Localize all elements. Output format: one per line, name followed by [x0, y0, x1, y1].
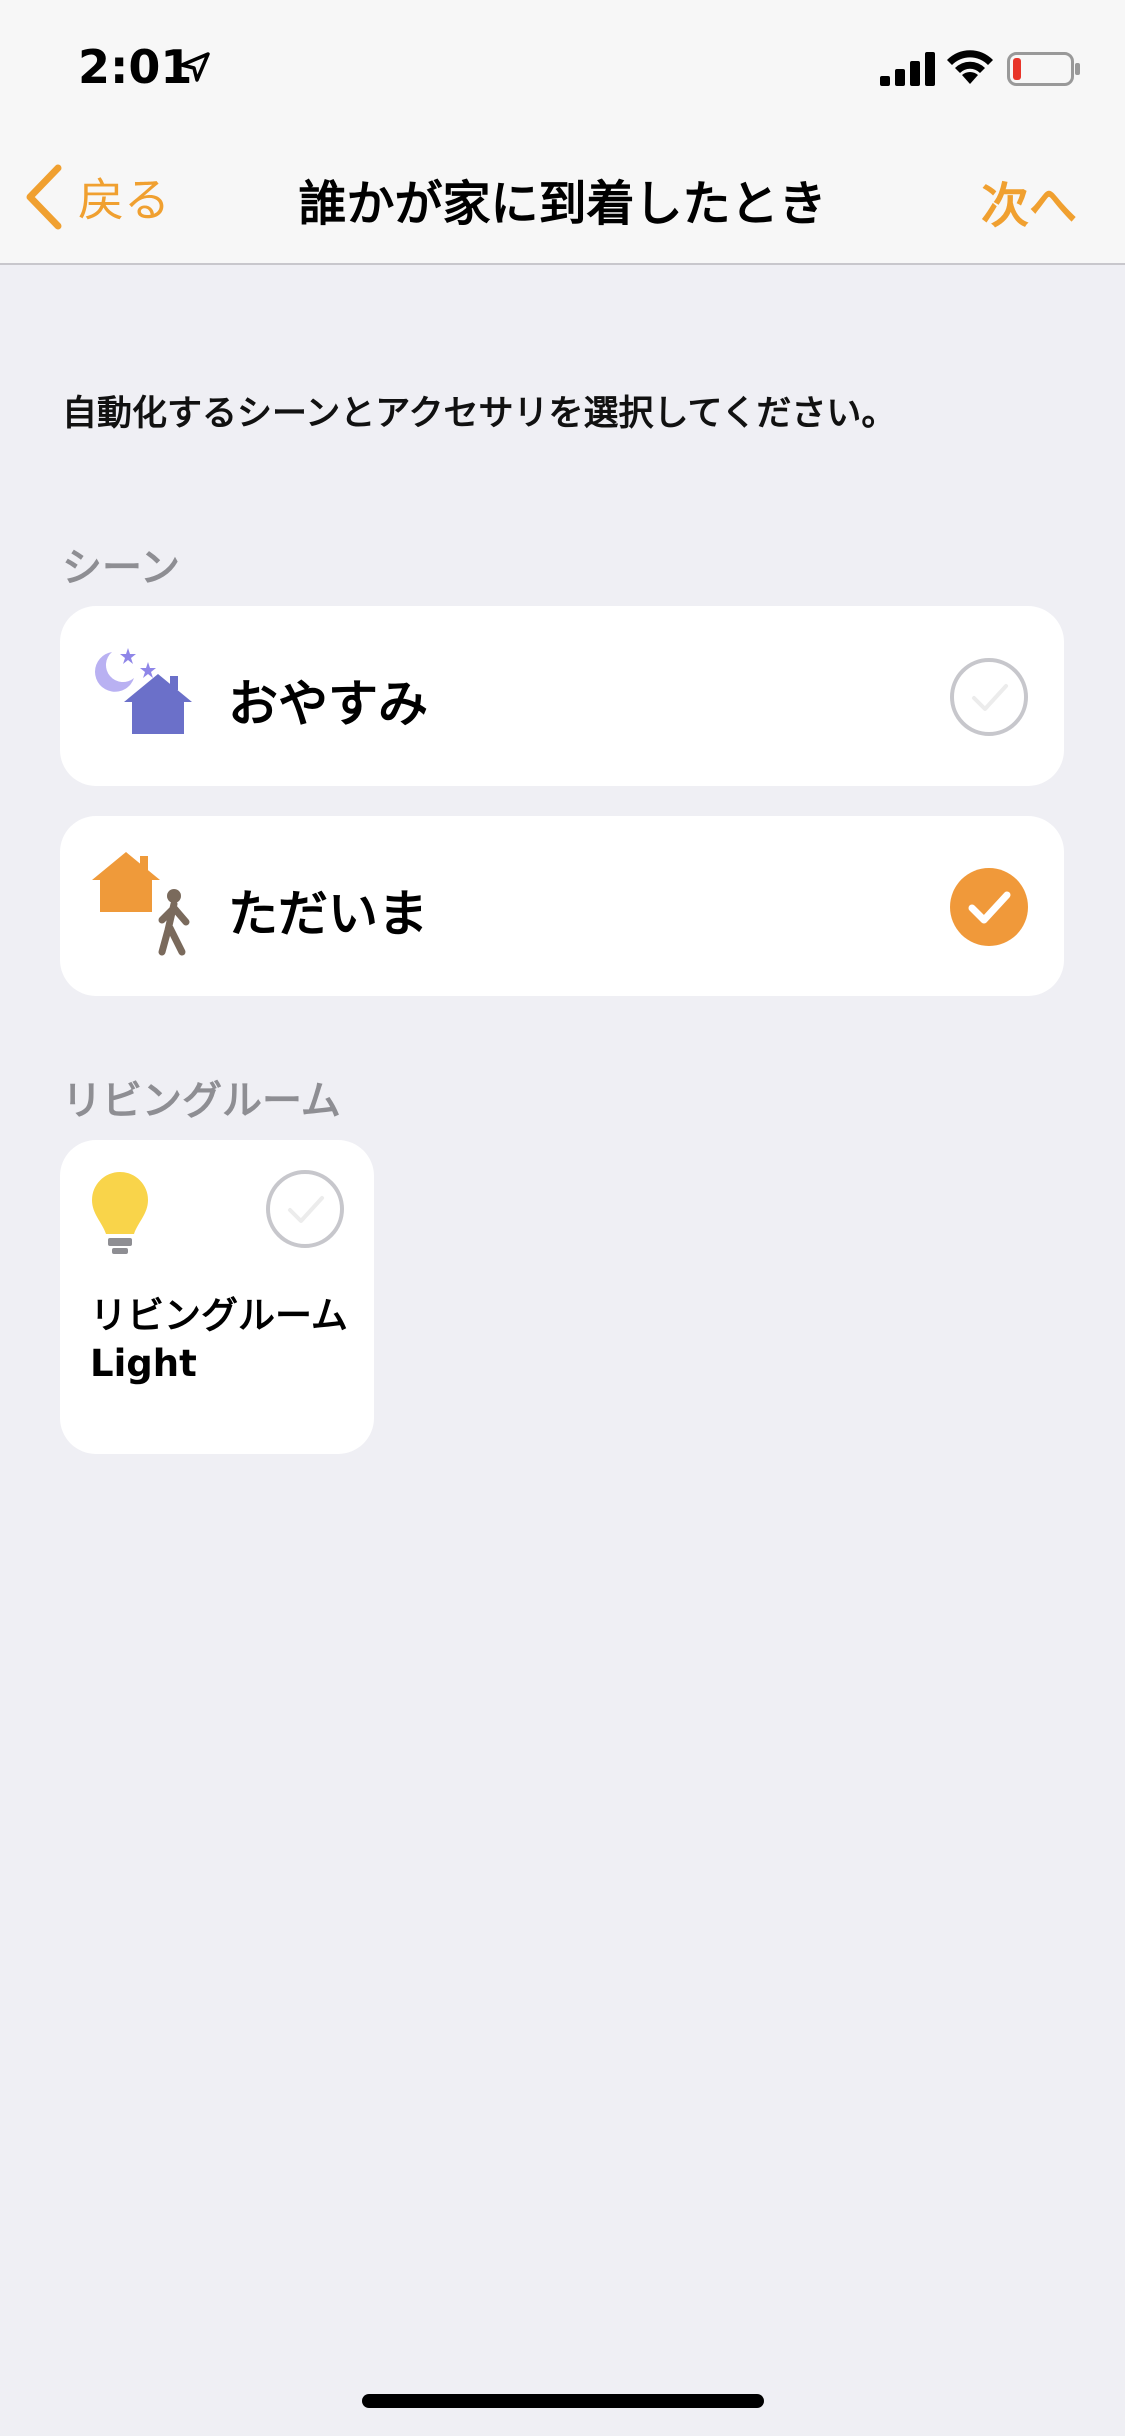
- cellular-signal-icon: [880, 52, 935, 86]
- instruction-text: 自動化するシーンとアクセサリを選択してください。: [62, 394, 897, 434]
- section-header-scenes: シーン: [62, 545, 180, 591]
- scene-checkbox-selected[interactable]: [950, 868, 1028, 946]
- navigation-bar: 戻る 誰かが家に到着したとき 次へ: [0, 132, 1125, 265]
- scene-label: おやすみ: [228, 675, 428, 733]
- accessory-tile-living-room-light[interactable]: リビングルーム Light: [60, 1140, 374, 1454]
- home-indicator[interactable]: [362, 2394, 764, 2408]
- scene-checkbox[interactable]: [950, 658, 1028, 736]
- scene-label: ただいま: [228, 885, 428, 943]
- arrive-home-scene-icon: [92, 852, 190, 956]
- goodnight-scene-icon: [94, 648, 192, 734]
- section-header-room: リビングルーム: [62, 1078, 341, 1124]
- page-title: 誰かが家に到着したとき: [298, 176, 827, 232]
- next-button[interactable]: 次へ: [981, 166, 1077, 236]
- scene-card-arrive-home[interactable]: ただいま: [60, 816, 1064, 996]
- accessory-name-line1: リビングルーム: [90, 1294, 348, 1337]
- checkmark-icon: [288, 1196, 324, 1223]
- accessory-name-line2: Light: [90, 1342, 197, 1385]
- wifi-icon: [947, 50, 993, 84]
- screen: 2:01 戻る 誰かが家に到着したとき 次へ 自動化するシーンとアクセサリを選択…: [0, 0, 1125, 2436]
- scene-card-goodnight[interactable]: おやすみ: [60, 606, 1064, 786]
- status-bar: 2:01: [0, 0, 1125, 132]
- location-arrow-icon: [180, 52, 210, 82]
- battery-low-icon: [1007, 52, 1080, 86]
- status-time: 2:01: [78, 40, 193, 94]
- accessory-name: リビングルーム Light: [90, 1292, 360, 1388]
- lightbulb-icon: [92, 1172, 148, 1254]
- checkmark-icon: [972, 684, 1008, 711]
- accessory-checkbox[interactable]: [266, 1170, 344, 1248]
- checkmark-icon: [968, 891, 1011, 924]
